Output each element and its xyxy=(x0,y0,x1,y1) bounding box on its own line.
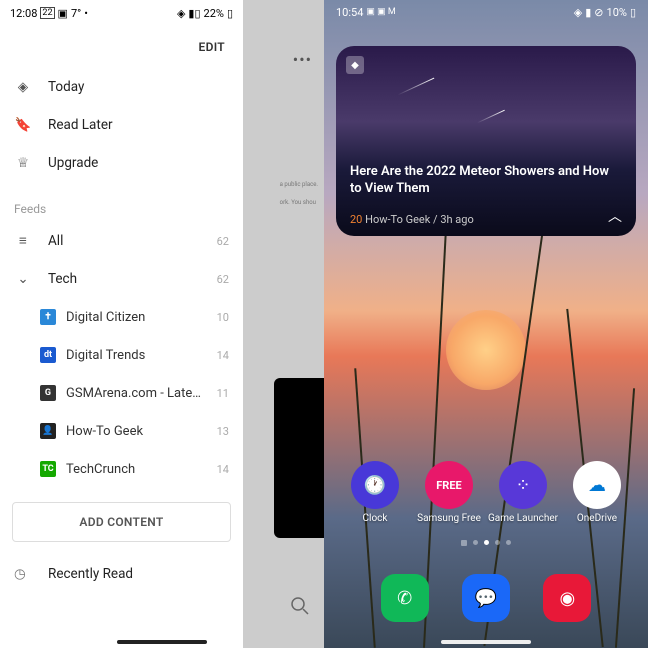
signal-icon: ▮▯ xyxy=(188,7,200,20)
edit-button[interactable]: EDIT xyxy=(0,26,243,68)
page-indicator[interactable] xyxy=(461,540,511,546)
status-bar-left: 12:08 22 ▣ 7° • ◈ ▮▯ 22% ▯ xyxy=(0,0,243,26)
feeds-header: Feeds xyxy=(0,182,243,222)
hamburger-icon: ≡ xyxy=(14,233,32,249)
status-time: 10:54 xyxy=(336,6,363,19)
nav-pill[interactable] xyxy=(441,640,531,644)
nav-pill[interactable] xyxy=(117,640,207,644)
widget-title: Here Are the 2022 Meteor Showers and How… xyxy=(350,164,622,198)
left-phone: 12:08 22 ▣ 7° • ◈ ▮▯ 22% ▯ EDIT ◈ Today … xyxy=(0,0,324,648)
status-dot: • xyxy=(84,7,88,20)
right-phone: 10:54 ▣ ▣ M ◈ ▮ ⊘ 10% ▯ ◆ Here Are the 2… xyxy=(324,0,648,648)
battery-text: 22% xyxy=(204,7,224,20)
chevron-up-icon[interactable]: ︿ xyxy=(608,206,622,226)
app-messages[interactable]: 💬 xyxy=(456,574,516,622)
news-widget[interactable]: ◆ Here Are the 2022 Meteor Showers and H… xyxy=(336,46,636,236)
battery-text: 10% xyxy=(607,6,627,19)
phone-icon: ✆ xyxy=(381,574,429,622)
status-temp: 7° xyxy=(71,7,81,20)
favicon: TC xyxy=(40,461,56,477)
status-media-icon: ▣ xyxy=(58,7,68,20)
status-badge: 22 xyxy=(40,7,54,19)
app-game-launcher[interactable]: ⁘ Game Launcher xyxy=(493,461,553,524)
nav-upgrade[interactable]: ♕ Upgrade xyxy=(0,144,243,182)
status-bar-right: 10:54 ▣ ▣ M ◈ ▮ ⊘ 10% ▯ xyxy=(324,0,648,24)
nav-today[interactable]: ◈ Today xyxy=(0,68,243,106)
chevron-down-icon: ⌄ xyxy=(14,271,32,287)
wifi-icon: ◈ xyxy=(574,6,582,19)
drawer-scrim[interactable]: ••• a public place.ork. You shou xyxy=(243,0,324,648)
dnd-icon: ⊘ xyxy=(594,6,603,19)
sunset xyxy=(446,310,526,390)
wifi-icon: ◈ xyxy=(177,7,185,20)
feed-digital-trends[interactable]: dt Digital Trends 14 xyxy=(0,336,243,374)
free-icon: FREE xyxy=(425,461,473,509)
clock-icon: ◷ xyxy=(14,566,32,582)
bookmark-icon: 🔖 xyxy=(14,117,32,133)
home-dot xyxy=(461,540,467,546)
favicon: ✝ xyxy=(40,309,56,325)
app-row: 🕐 Clock FREE Samsung Free ⁘ Game Launche… xyxy=(324,461,648,524)
feedly-drawer: 12:08 22 ▣ 7° • ◈ ▮▯ 22% ▯ EDIT ◈ Today … xyxy=(0,0,243,648)
app-clock[interactable]: 🕐 Clock xyxy=(345,461,405,524)
feed-howtogeek[interactable]: 👤 How-To Geek 13 xyxy=(0,412,243,450)
clock-icon: 🕐 xyxy=(351,461,399,509)
app-samsung-free[interactable]: FREE Samsung Free xyxy=(419,461,479,524)
signal-icon: ▮ xyxy=(585,6,591,19)
game-icon: ⁘ xyxy=(499,461,547,509)
messages-icon: 💬 xyxy=(462,574,510,622)
dock: ✆ 💬 ◉ xyxy=(324,574,648,622)
crown-icon: ♕ xyxy=(14,155,32,171)
app-camera[interactable]: ◉ xyxy=(537,574,597,622)
favicon: G xyxy=(40,385,56,401)
battery-icon: ▯ xyxy=(630,6,636,19)
recently-read[interactable]: ◷ Recently Read xyxy=(0,556,243,592)
status-icon: ▣ ▣ M xyxy=(366,7,395,17)
onedrive-icon: ☁ xyxy=(573,461,621,509)
today-icon: ◈ xyxy=(14,79,32,95)
favicon: dt xyxy=(40,347,56,363)
feed-digital-citizen[interactable]: ✝ Digital Citizen 10 xyxy=(0,298,243,336)
nav-read-later[interactable]: 🔖 Read Later xyxy=(0,106,243,144)
more-icon[interactable]: ••• xyxy=(293,50,312,69)
feed-techcrunch[interactable]: TC TechCrunch 14 xyxy=(0,450,243,488)
add-content-button[interactable]: ADD CONTENT xyxy=(12,502,231,542)
feed-gsmarena[interactable]: G GSMArena.com - Latest ... 11 xyxy=(0,374,243,412)
camera-icon: ◉ xyxy=(543,574,591,622)
feed-all[interactable]: ≡ All 62 xyxy=(0,222,243,260)
background-text: a public place.ork. You shou xyxy=(280,180,318,207)
background-card xyxy=(274,378,324,538)
battery-icon: ▯ xyxy=(227,7,233,20)
widget-app-icon: ◆ xyxy=(346,56,364,74)
feed-tech[interactable]: ⌄ Tech 62 xyxy=(0,260,243,298)
app-onedrive[interactable]: ☁ OneDrive xyxy=(567,461,627,524)
app-phone[interactable]: ✆ xyxy=(375,574,435,622)
search-icon[interactable] xyxy=(290,596,310,620)
widget-meta: 20 How-To Geek / 3h ago xyxy=(350,213,474,226)
favicon: 👤 xyxy=(40,423,56,439)
status-time: 12:08 xyxy=(10,7,37,20)
